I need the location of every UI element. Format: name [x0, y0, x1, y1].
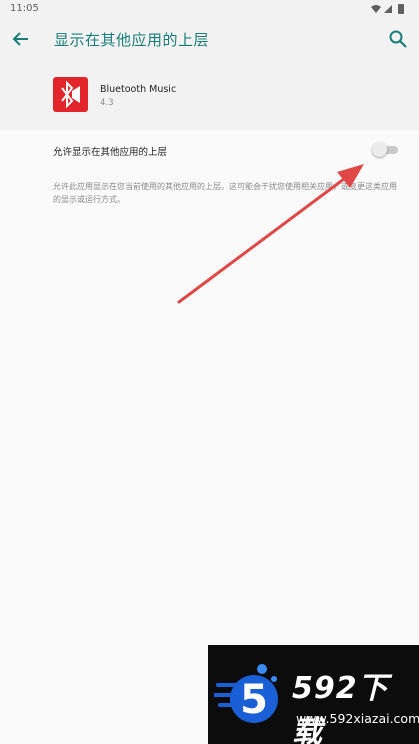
- overlay-permission-toggle[interactable]: [372, 142, 400, 158]
- status-icons: [371, 4, 404, 14]
- status-time: 11:05: [10, 3, 39, 14]
- setting-description: 允许此应用显示在您当前使用的其他应用的上层。这可能会干扰您使用相关应用，或变更这…: [53, 182, 397, 204]
- watermark-logo: 5: [214, 664, 278, 723]
- battery-icon: [398, 4, 404, 14]
- page-title: 显示在其他应用的上层: [54, 31, 210, 49]
- app-header: Bluetooth Music 4.3: [0, 62, 419, 130]
- toggle-thumb: [372, 142, 387, 157]
- watermark-url: www.592xiazai.com: [296, 711, 419, 726]
- status-bar: 11:05: [0, 0, 419, 18]
- search-icon[interactable]: [387, 28, 409, 50]
- wifi-icon: [371, 5, 381, 13]
- setting-label: 允许显示在其他应用的上层: [53, 147, 168, 158]
- watermark: 5 592下载 www.592xiazai.com: [208, 645, 419, 744]
- app-name: Bluetooth Music: [100, 84, 177, 95]
- back-arrow-icon[interactable]: [10, 28, 32, 50]
- app-version: 4.3: [100, 98, 114, 108]
- watermark-logo-text: 5: [240, 677, 268, 723]
- signal-icon: [384, 5, 392, 13]
- overlay-permission-setting[interactable]: 允许显示在其他应用的上层: [0, 130, 419, 170]
- app-bar: 显示在其他应用的上层: [0, 18, 419, 62]
- watermark-brand: 592下载: [292, 671, 389, 744]
- bluetooth-speaker-icon: [53, 77, 88, 112]
